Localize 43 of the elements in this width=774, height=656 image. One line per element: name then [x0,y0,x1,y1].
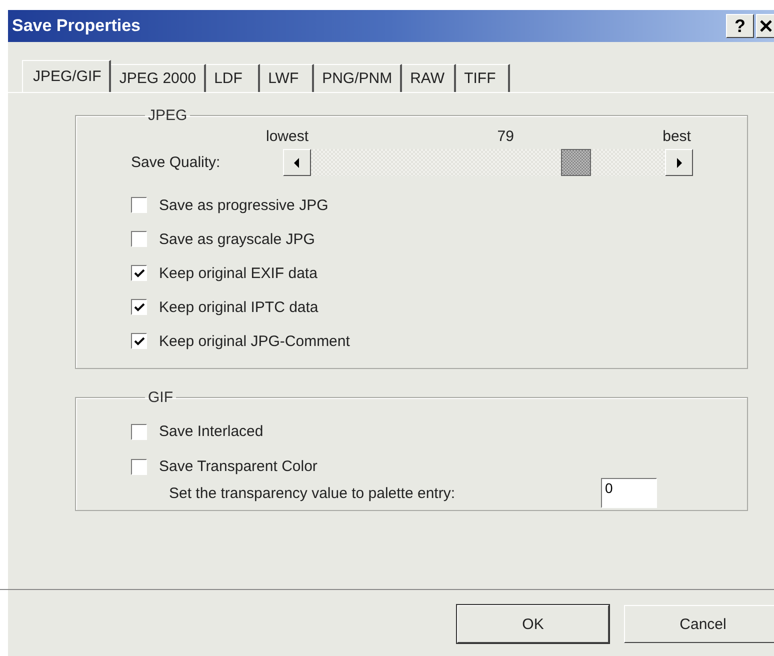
tab[interactable]: LDF [206,64,260,92]
field-label: Set the transparency value to palette entry: [169,484,456,502]
scroll-right-button[interactable] [665,149,693,176]
left-arrow-icon [293,158,301,168]
dialog-button[interactable]: Cancel [624,605,774,643]
palette-entry-field[interactable]: 0 [601,478,657,508]
group-title: JPEG [147,107,188,124]
checkbox-label: Keep original IPTC data [159,298,318,316]
check-icon [134,302,144,312]
tab[interactable]: RAW [402,64,456,92]
checkbox[interactable] [131,458,147,474]
check-icon [134,268,144,278]
checkbox-label: Save as grayscale JPG [159,230,315,248]
tab[interactable]: TIFF [456,64,510,92]
checkbox[interactable] [131,424,147,440]
checkbox[interactable] [131,231,147,247]
checkbox-label: Keep original JPG-Comment [159,332,350,350]
check-icon [134,336,144,346]
checkbox-label: Save Transparent Color [159,458,318,475]
dialog-button[interactable]: OK [457,605,609,643]
max-label: best [662,128,691,145]
checkbox-label: Save Interlaced [159,423,264,440]
value-label: 79 [497,128,514,145]
checkbox[interactable] [131,333,147,349]
group-title: GIF [147,389,174,406]
window-title: Save Properties [12,16,141,36]
close-button[interactable] [756,14,774,38]
quality-label: Save Quality: [131,154,222,171]
checkbox-label: Keep original EXIF data [159,264,318,282]
checkbox[interactable] [131,265,147,281]
checkbox[interactable] [131,197,147,213]
scroll-left-button[interactable] [283,149,311,176]
tab[interactable]: PNG/PNM [314,64,402,92]
help-button[interactable]: ? [726,14,754,38]
checkbox-label: Save as progressive JPG [159,196,328,214]
right-arrow-icon [675,158,683,168]
tab[interactable]: LWF [260,64,314,92]
checkbox[interactable] [131,299,147,315]
tab[interactable]: JPEG 2000 [111,64,206,92]
min-label: lowest [266,128,309,145]
close-icon [759,19,773,33]
slider-thumb[interactable] [560,149,591,176]
tab[interactable]: JPEG/GIF [22,60,112,92]
